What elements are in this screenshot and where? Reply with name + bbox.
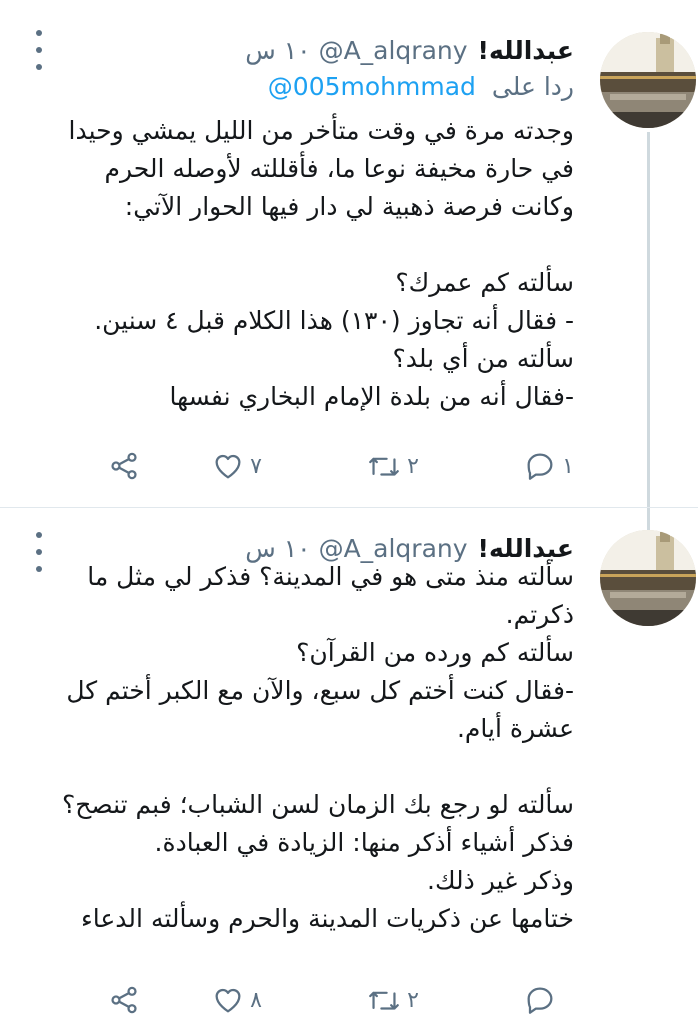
retweet-icon: [369, 991, 399, 1010]
retweet-count: ٢: [407, 987, 419, 1013]
tweet-text-line: -فقال كنت أختم كل سبع، والآن مع الكبر أخ…: [66, 676, 574, 705]
avatar[interactable]: [600, 32, 696, 128]
tweet-text-line: -فقال أنه من بلدة الإمام البخاري نفسها: [169, 382, 574, 411]
tweet-text-line: - فقال أنه تجاوز (١٣٠) هذا الكلام قبل ٤ …: [94, 306, 574, 335]
like-count: ٧: [250, 453, 262, 479]
share-button[interactable]: [108, 980, 140, 1020]
reply-context: ردا على @005mohmmad: [268, 72, 574, 101]
retweet-button[interactable]: ٢: [367, 446, 419, 486]
tweet-text-line: سألته كم ورده من القرآن؟: [296, 638, 574, 667]
share-icon: [111, 986, 137, 1014]
reply-handle-link[interactable]: @005mohmmad: [268, 72, 476, 101]
like-button[interactable]: ٨: [212, 980, 262, 1020]
share-icon: [111, 452, 137, 480]
avatar-image: [600, 32, 696, 128]
tweet-text-line: سألته من أي بلد؟: [392, 344, 574, 373]
tweet-1[interactable]: عبدالله! @A_alqrany ١٠ س ردا على @005moh…: [0, 0, 698, 508]
tweet-time[interactable]: ١٠ س: [245, 36, 310, 65]
avatar-image: [600, 530, 696, 626]
tweet-text-line: في حارة مخيفة نوعا ما، فأقللته لأوصله ال…: [104, 154, 575, 183]
reply-label: ردا على: [491, 72, 574, 101]
like-count: ٨: [250, 987, 262, 1013]
tweet-text: سألته منذ متى هو في المدينة؟ فذكر لي مثل…: [8, 558, 574, 938]
tweet-actions: ٢ ٨: [108, 980, 574, 1020]
retweet-count: ٢: [407, 453, 419, 479]
tweet-text-line: ذكرتم.: [505, 600, 574, 629]
retweet-button[interactable]: ٢: [367, 980, 419, 1020]
tweet-text-line: [8, 226, 574, 264]
tweet-text-line: وجدته مرة في وقت متأخر من الليل يمشي وحي…: [68, 116, 574, 145]
share-button[interactable]: [108, 446, 140, 486]
thread-line: [647, 132, 650, 508]
thread-line: [647, 508, 650, 530]
reply-button[interactable]: ١: [524, 446, 574, 486]
retweet-icon: [369, 457, 399, 476]
tweet-header: عبدالله! @A_alqrany ١٠ س: [245, 30, 574, 70]
reply-icon: [527, 987, 553, 1014]
author-handle[interactable]: @A_alqrany: [319, 36, 468, 65]
author-name[interactable]: عبدالله!: [478, 36, 574, 65]
tweet-actions: ١ ٢ ٧: [108, 446, 574, 486]
tweet-text-line: عشرة أيام.: [456, 714, 574, 743]
avatar[interactable]: [600, 530, 696, 626]
tweet-text-line: وكانت فرصة ذهبية لي دار فيها الحوار الآت…: [124, 192, 574, 221]
tweet-text-line: فذكر أشياء أذكر منها: الزيادة في العبادة…: [154, 828, 574, 857]
tweet-text-line: وذكر غير ذلك.: [427, 866, 574, 895]
tweet-text: وجدته مرة في وقت متأخر من الليل يمشي وحي…: [8, 112, 574, 416]
tweet-text-line: سألته كم عمرك؟: [395, 268, 574, 297]
tweet-text-line: سألته منذ متى هو في المدينة؟ فذكر لي مثل…: [87, 562, 574, 591]
tweet-text-line: سألته لو رجع بك الزمان لسن الشباب؛ فبم ت…: [62, 790, 574, 819]
heart-icon: [215, 454, 241, 479]
tweet-text-line: [8, 748, 574, 786]
reply-count: ١: [562, 453, 574, 479]
tweet-text-line: ختامها عن ذكريات المدينة والحرم وسألته ا…: [81, 904, 574, 933]
heart-icon: [215, 988, 241, 1013]
tweet-2[interactable]: عبدالله! @A_alqrany ١٠ س سألته منذ متى ه…: [0, 508, 698, 1034]
reply-button[interactable]: [524, 980, 574, 1020]
like-button[interactable]: ٧: [212, 446, 262, 486]
more-vertical-icon[interactable]: [26, 30, 52, 70]
reply-icon: [527, 453, 553, 480]
